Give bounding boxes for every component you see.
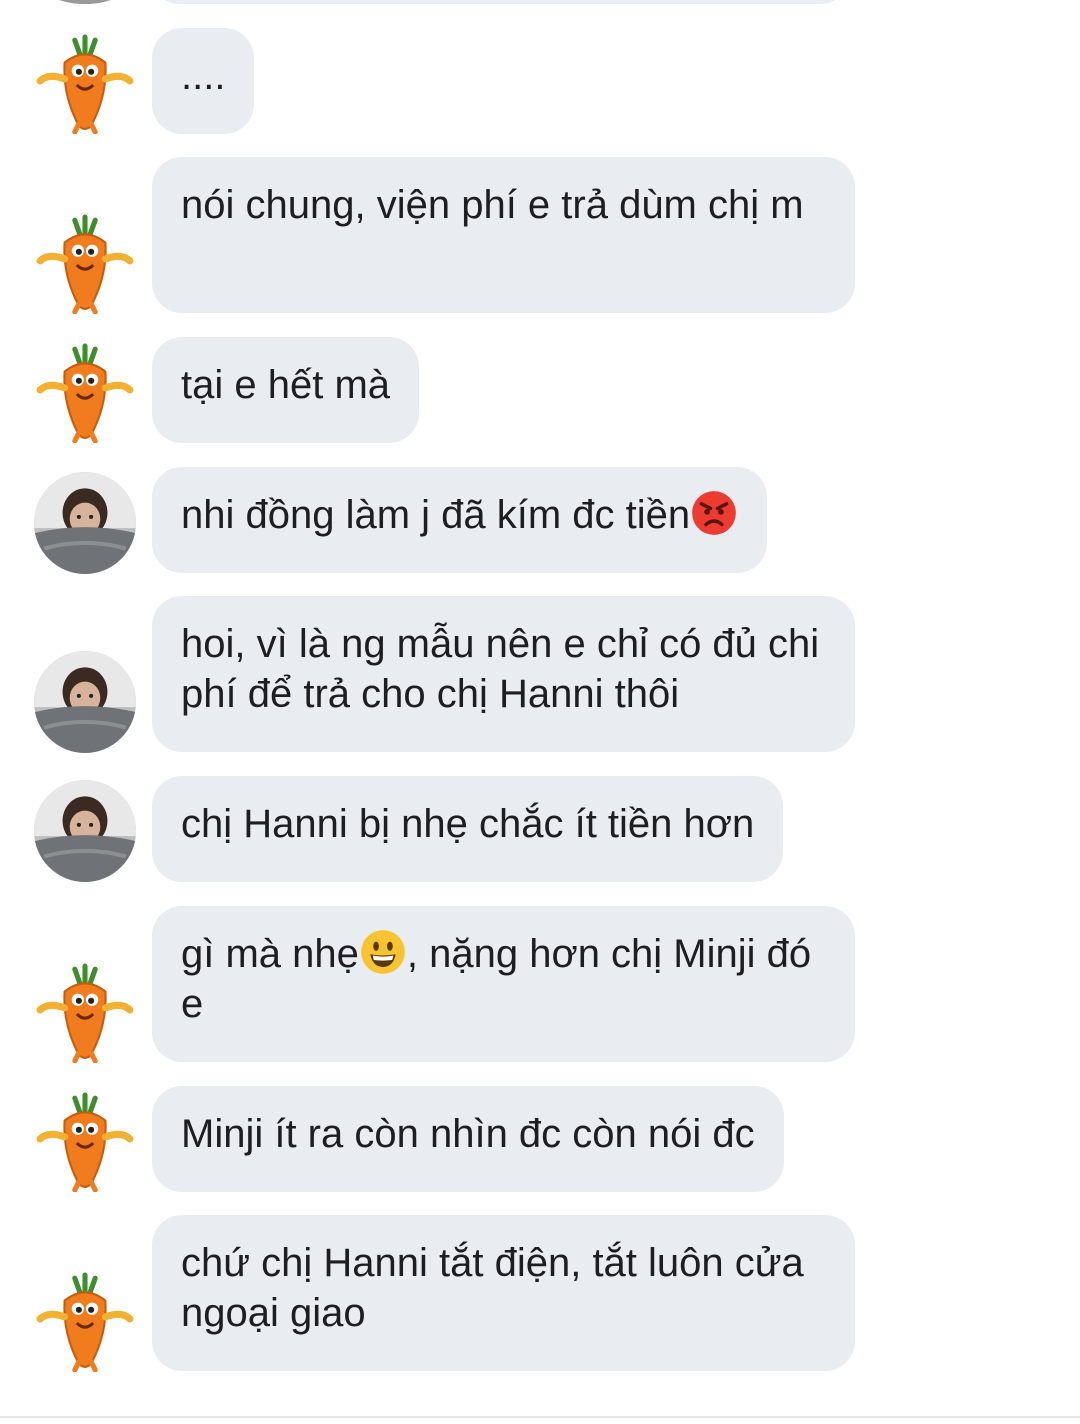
message-text: tại e hết mà: [181, 363, 391, 407]
carrot-avatar[interactable]: [34, 32, 136, 134]
photo-avatar[interactable]: [34, 651, 136, 753]
message-bubble-partial: [150, 0, 850, 4]
carrot-avatar[interactable]: [34, 341, 136, 443]
message-text: Minji ít ra còn nhìn đc còn nói đc: [181, 1112, 755, 1156]
message-bubble[interactable]: tại e hết mà: [152, 337, 420, 443]
angry-face-emoji: [691, 490, 737, 536]
person-avatar-icon: [34, 651, 136, 753]
carrot-icon: [36, 343, 134, 443]
carrot-icon: [36, 1272, 134, 1372]
message-text: chứ chị Hanni tắt điện, tắt luôn cửa ngo…: [181, 1241, 815, 1335]
message-text: nói chung, viện phí e trả dùm chị m: [181, 183, 804, 227]
message-bubble[interactable]: nói chung, viện phí e trả dùm chị m: [152, 157, 855, 313]
message-bubble[interactable]: nhi đồng làm j đã kím đc tiền: [152, 467, 768, 573]
message-text: nhi đồng làm j đã kím đc tiền: [181, 493, 691, 537]
carrot-icon: [36, 1092, 134, 1192]
carrot-icon: [36, 34, 134, 134]
carrot-avatar[interactable]: [34, 1270, 136, 1372]
avatar-partial: [40, 0, 130, 4]
divider: [0, 1416, 1080, 1418]
message-text: hoi, vì là ng mẫu nên e chỉ có đủ chi ph…: [181, 622, 831, 716]
photo-avatar[interactable]: [34, 780, 136, 882]
photo-avatar[interactable]: [34, 472, 136, 574]
grinning-face-emoji: [360, 929, 406, 975]
message-text: ....: [181, 54, 226, 98]
carrot-avatar[interactable]: [34, 961, 136, 1063]
message-bubble[interactable]: gì mà nhẹ, nặng hơn chị Minji đó e: [152, 906, 855, 1062]
message-bubble[interactable]: ....: [152, 28, 255, 134]
message-bubble[interactable]: hoi, vì là ng mẫu nên e chỉ có đủ chi ph…: [152, 596, 855, 752]
message-text: chị Hanni bị nhẹ chắc ít tiền hơn: [181, 802, 755, 846]
carrot-icon: [36, 214, 134, 314]
carrot-avatar[interactable]: [34, 212, 136, 314]
person-avatar-icon: [34, 472, 136, 574]
message-bubble[interactable]: Minji ít ra còn nhìn đc còn nói đc: [152, 1086, 784, 1192]
message-bubble[interactable]: chứ chị Hanni tắt điện, tắt luôn cửa ngo…: [152, 1215, 855, 1371]
carrot-icon: [36, 963, 134, 1063]
carrot-avatar[interactable]: [34, 1090, 136, 1192]
person-avatar-icon: [34, 780, 136, 882]
message-bubble[interactable]: chị Hanni bị nhẹ chắc ít tiền hơn: [152, 776, 784, 882]
message-text: gì mà nhẹ: [181, 932, 359, 976]
